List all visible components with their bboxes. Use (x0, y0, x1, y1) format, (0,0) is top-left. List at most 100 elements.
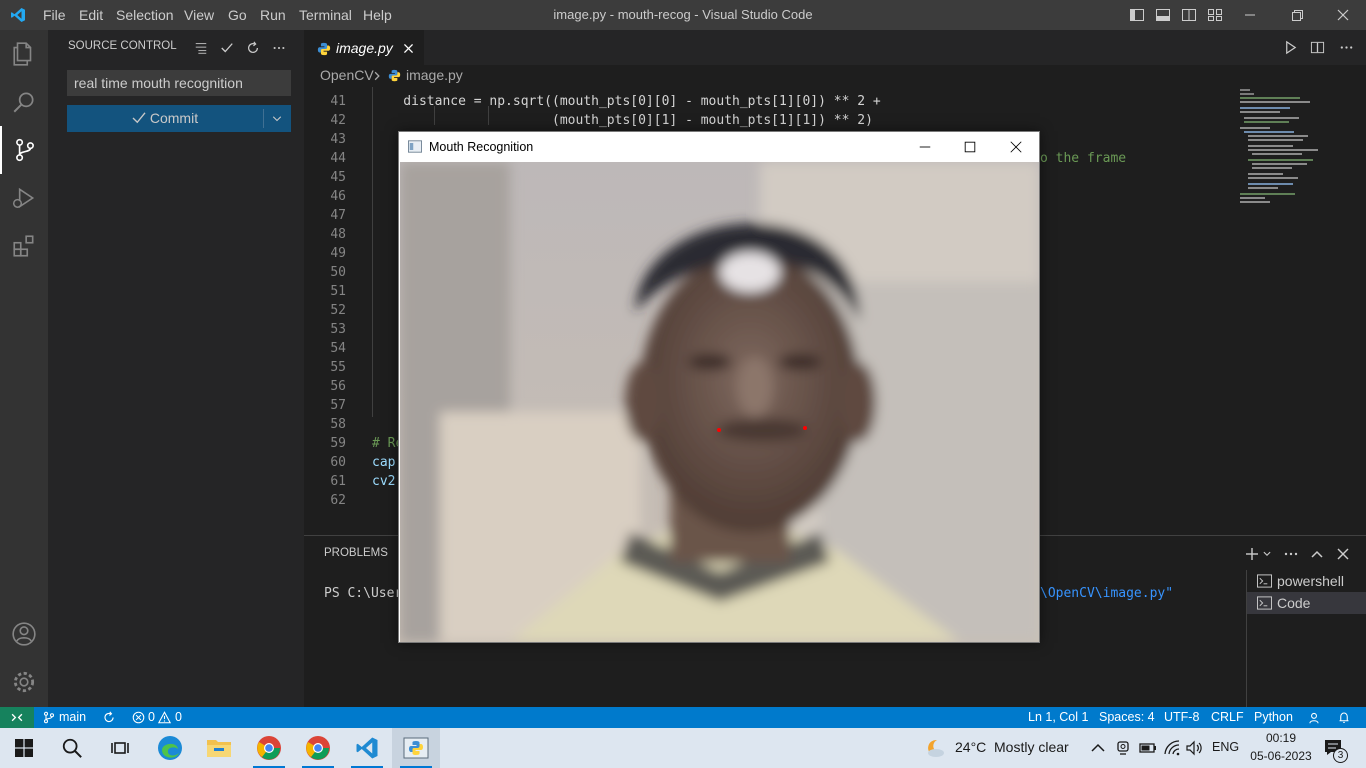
commit-check-icon[interactable] (220, 41, 234, 55)
line-number: 44 (330, 151, 346, 166)
webcam-frame-image (400, 162, 1039, 642)
close-icon[interactable] (1009, 140, 1023, 154)
minimize-icon[interactable] (1242, 7, 1258, 23)
menu-run[interactable]: Run (260, 0, 286, 30)
panel-more-icon[interactable] (1283, 546, 1299, 562)
settings-gear-icon[interactable] (0, 658, 48, 706)
start-button[interactable] (0, 728, 48, 768)
mouth-recognition-window[interactable]: Mouth Recognition (398, 131, 1040, 643)
line-number: 46 (330, 189, 346, 204)
language-mode[interactable]: Python (1254, 707, 1293, 728)
chevron-down-icon[interactable] (1262, 549, 1272, 559)
more-actions-icon[interactable] (272, 41, 286, 55)
editor-more-icon[interactable] (1339, 40, 1354, 55)
line-number: 43 (330, 132, 346, 147)
maximize-panel-icon[interactable] (1309, 546, 1325, 562)
notification-count-badge: 3 (1333, 748, 1348, 763)
close-panel-icon[interactable] (1335, 546, 1351, 562)
taskbar-python-window[interactable] (392, 728, 440, 768)
menu-go[interactable]: Go (228, 0, 247, 30)
minimize-icon[interactable] (918, 140, 932, 154)
notifications-bell-icon[interactable] (1337, 711, 1351, 724)
clock-time[interactable]: 00:19 (1250, 731, 1312, 745)
code-line: (mouth_pts[0][1] - mouth_pts[1][1]) ** 2… (372, 113, 873, 128)
view-as-list-icon[interactable] (194, 41, 208, 55)
clock-date[interactable]: 05-06-2023 (1248, 749, 1314, 763)
close-icon[interactable] (1335, 7, 1351, 23)
input-language[interactable]: ENG (1212, 740, 1239, 754)
toggle-panel-icon[interactable] (1155, 7, 1171, 23)
line-endings[interactable]: CRLF (1211, 707, 1244, 728)
taskbar-search-button[interactable] (48, 728, 96, 768)
remote-indicator[interactable] (0, 707, 34, 728)
task-view-button[interactable] (96, 728, 144, 768)
volume-icon[interactable] (1186, 740, 1204, 756)
sync-icon[interactable] (102, 711, 116, 724)
restore-icon[interactable] (1289, 7, 1305, 23)
tab-image-py[interactable]: image.py (304, 30, 424, 65)
extensions-icon[interactable] (0, 222, 48, 270)
python-file-icon (317, 42, 331, 56)
commit-button-separator (263, 109, 264, 128)
mouth-landmark-left (717, 428, 721, 432)
commit-button[interactable]: Commit (67, 105, 291, 132)
cursor-position[interactable]: Ln 1, Col 1 (1028, 707, 1088, 728)
window-title: Mouth Recognition (429, 140, 534, 154)
menu-edit[interactable]: Edit (79, 0, 103, 30)
split-editor-icon[interactable] (1310, 40, 1325, 55)
toggle-secondary-sidebar-icon[interactable] (1181, 7, 1197, 23)
chevron-right-icon (374, 71, 380, 81)
customize-layout-icon[interactable] (1207, 7, 1223, 23)
menu-view[interactable]: View (184, 0, 214, 30)
feedback-icon[interactable] (1307, 711, 1321, 724)
run-debug-icon[interactable] (0, 174, 48, 222)
encoding[interactable]: UTF-8 (1164, 707, 1199, 728)
toggle-sidebar-icon[interactable] (1129, 7, 1145, 23)
taskbar-chrome-1[interactable] (245, 728, 293, 768)
error-count[interactable]: 0 (148, 707, 155, 728)
maximize-icon[interactable] (963, 140, 977, 154)
search-icon[interactable] (0, 78, 48, 126)
minimap[interactable] (1239, 87, 1366, 535)
breadcrumb-folder[interactable]: OpenCV (320, 67, 374, 83)
refresh-icon[interactable] (246, 41, 260, 55)
battery-icon[interactable] (1139, 740, 1157, 756)
warning-icon (158, 711, 171, 724)
commit-label-text: Commit (149, 110, 199, 126)
weather-temperature[interactable]: 24°C (955, 739, 986, 755)
taskbar-chrome-2[interactable] (294, 728, 342, 768)
activity-bar (0, 30, 48, 707)
account-icon[interactable] (0, 610, 48, 658)
weather-moon-icon[interactable] (924, 737, 946, 759)
warning-count[interactable]: 0 (175, 707, 182, 728)
menu-selection[interactable]: Selection (116, 0, 174, 30)
file-explorer-icon (207, 740, 231, 757)
terminal-item-code[interactable]: Code (1247, 592, 1366, 614)
taskbar-edge[interactable] (146, 728, 194, 768)
tab-problems[interactable]: PROBLEMS (324, 547, 388, 559)
menu-terminal[interactable]: Terminal (299, 0, 352, 30)
commit-message-input[interactable]: real time mouth recognition (67, 70, 291, 96)
taskbar-vscode[interactable] (343, 728, 391, 768)
indentation[interactable]: Spaces: 4 (1099, 707, 1155, 728)
branch-name[interactable]: main (59, 707, 86, 728)
chevron-down-icon[interactable] (271, 113, 283, 125)
minimap-content (1239, 87, 1366, 217)
menu-file[interactable]: File (43, 0, 66, 30)
terminal-item-powershell[interactable]: powershell (1247, 570, 1366, 592)
explorer-icon[interactable] (0, 30, 48, 78)
menu-help[interactable]: Help (363, 0, 392, 30)
wifi-icon[interactable] (1163, 740, 1181, 756)
tab-label: image.py (336, 40, 393, 56)
line-number: 51 (330, 284, 346, 299)
new-terminal-icon[interactable] (1244, 546, 1260, 562)
close-tab-icon[interactable] (402, 42, 415, 55)
breadcrumb-file[interactable]: image.py (406, 67, 463, 83)
code-line: distance = np.sqrt((mouth_pts[0][0] - mo… (372, 94, 881, 109)
webcam-in-use-icon[interactable] (1115, 740, 1131, 756)
taskbar-file-explorer[interactable] (195, 728, 243, 768)
show-hidden-icons-chevron-up-icon[interactable] (1090, 741, 1106, 755)
run-file-icon[interactable] (1283, 40, 1298, 55)
source-control-icon[interactable] (0, 126, 48, 174)
weather-description[interactable]: Mostly clear (994, 739, 1069, 755)
